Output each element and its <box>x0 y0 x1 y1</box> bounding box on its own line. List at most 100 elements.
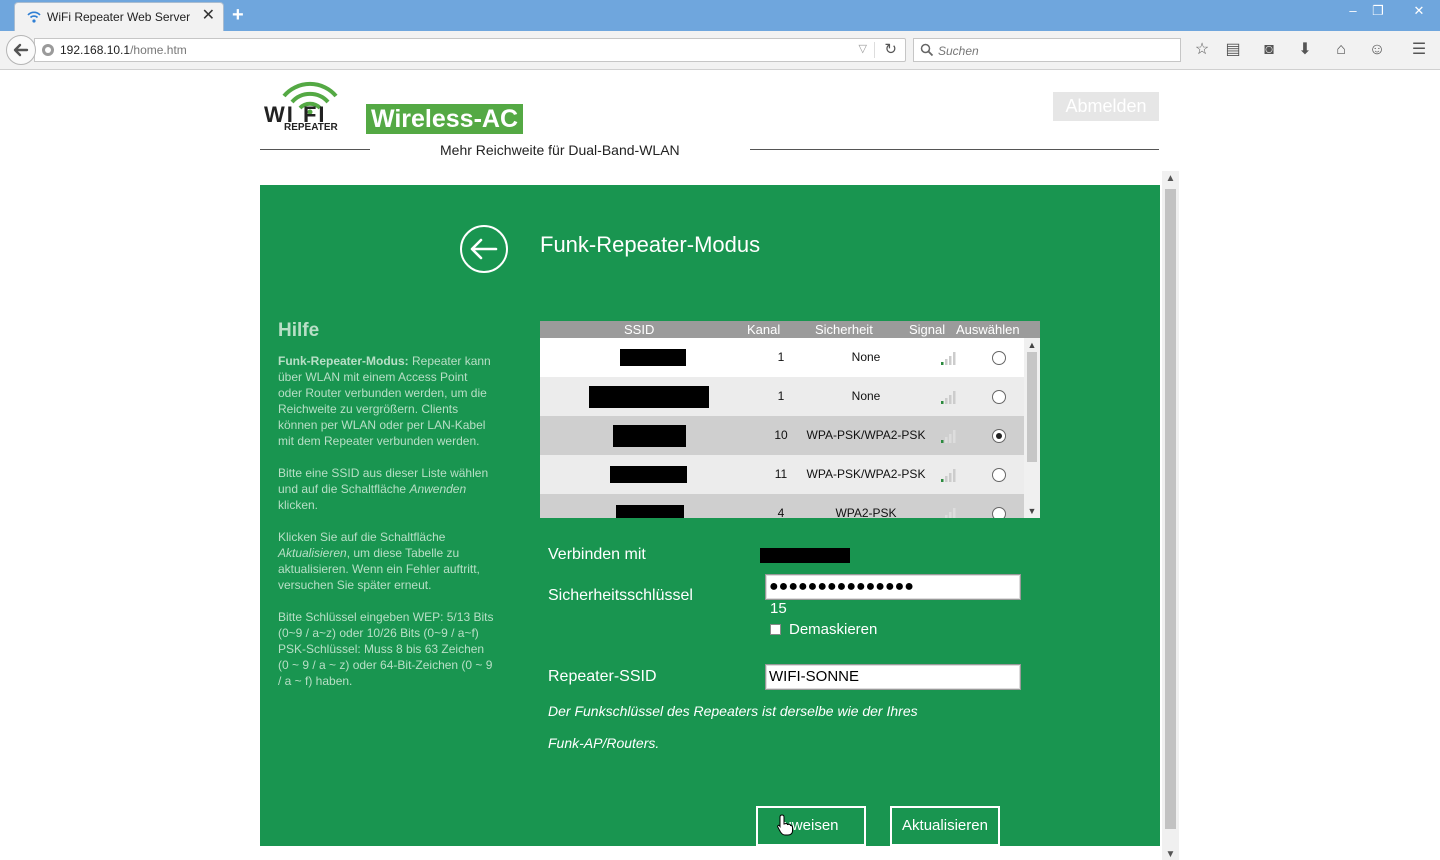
help-section: Hilfe Funk-Repeater-Modus: Repeater kann… <box>278 320 494 705</box>
select-radio-selected[interactable] <box>992 429 1006 443</box>
url-dropdown-icon[interactable]: ▽ <box>859 42 867 55</box>
arrow-left-icon <box>13 43 29 57</box>
bookmark-star-icon[interactable]: ☆ <box>1192 40 1212 60</box>
connect-label: Verbinden mit <box>548 546 646 563</box>
menu-icon[interactable]: ☰ <box>1409 40 1429 60</box>
url-text: 192.168.10.1/home.htm <box>60 43 187 57</box>
row-security: WPA-PSK/WPA2-PSK <box>806 428 926 442</box>
help-heading: Hilfe <box>278 320 320 341</box>
help-emphasis: Aktualisieren <box>278 546 347 560</box>
row-security: None <box>851 350 881 364</box>
select-radio[interactable] <box>992 390 1006 404</box>
download-icon[interactable]: ⬇ <box>1295 40 1315 60</box>
ssid-redacted <box>616 505 684 518</box>
repeater-ssid-label: Repeater-SSID <box>548 668 657 685</box>
help-emphasis: Anwenden <box>409 482 467 496</box>
url-path: /home.htm <box>130 43 187 57</box>
page-scrollbar[interactable]: ▲ ▼ <box>1162 171 1179 860</box>
table-row[interactable]: 1 None <box>540 338 1024 377</box>
refresh-button[interactable]: Aktualisieren <box>890 806 1000 846</box>
help-bold: Funk-Repeater-Modus: <box>278 354 409 368</box>
column-signal: Signal <box>909 322 946 337</box>
repeater-ssid-field[interactable]: WIFI-SONNE <box>765 664 1021 690</box>
browser-titlebar: WiFi Repeater Web Server ✕ + – ❐ ✕ <box>0 0 1440 31</box>
help-paragraph: PSK-Schlüssel: Muss 8 bis 63 Zeichen (0 … <box>278 641 494 689</box>
apply-button[interactable]: uweisen <box>756 806 866 846</box>
table-scrollbar[interactable]: ▲ ▼ <box>1024 338 1040 518</box>
new-tab-button[interactable]: + <box>232 4 244 27</box>
table-row[interactable]: 11 WPA-PSK/WPA2-PSK <box>540 455 1024 494</box>
search-placeholder: Suchen <box>938 44 979 58</box>
close-window-button[interactable]: ✕ <box>1398 2 1440 22</box>
help-paragraph: Aktualisieren Klicken Sie auf die Schaltf… <box>278 529 494 593</box>
signal-icon <box>941 430 956 443</box>
help-paragraph: Funk-Repeater-Modus: Repeater kann über … <box>278 353 494 449</box>
hand-cursor-icon <box>777 814 793 836</box>
url-separator <box>874 42 875 58</box>
table-header: SSID Kanal Sicherheit Signal Auswählen <box>540 321 1040 338</box>
pocket-icon[interactable]: ◙ <box>1259 40 1279 60</box>
ssid-redacted <box>620 349 686 366</box>
signal-icon <box>941 391 956 404</box>
tagline: Mehr Reichweite für Dual-Band-WLAN <box>440 142 680 158</box>
help-text: Klicken Sie auf die Schaltfläche <box>278 530 446 544</box>
column-kanal: Kanal <box>747 322 781 337</box>
scroll-thumb[interactable] <box>1027 352 1037 462</box>
divider <box>750 149 1159 150</box>
brand-badge: Wireless-AC <box>366 104 523 134</box>
ssid-redacted <box>589 386 709 408</box>
close-tab-icon[interactable]: ✕ <box>202 8 215 24</box>
row-security: None <box>851 389 881 403</box>
scroll-thumb[interactable] <box>1165 189 1176 829</box>
restore-button[interactable]: ❐ <box>1363 2 1393 22</box>
browser-tab[interactable]: WiFi Repeater Web Server ✕ <box>14 2 224 31</box>
url-bar[interactable]: 192.168.10.1/home.htm ▽ ↻ <box>34 38 906 62</box>
divider <box>260 149 370 150</box>
scroll-down-icon[interactable]: ▼ <box>1162 849 1179 860</box>
help-text: Repeater kann über WLAN mit einem Access… <box>278 354 491 448</box>
search-icon <box>920 43 934 57</box>
wifi-icon <box>27 11 41 23</box>
back-button[interactable] <box>6 35 36 65</box>
help-paragraph: Bitte eine SSID aus dieser Liste wählen … <box>278 465 494 513</box>
table-row[interactable]: 1 None <box>540 377 1024 416</box>
reading-list-icon[interactable]: ▤ <box>1223 40 1243 60</box>
ssid-redacted <box>610 466 687 483</box>
help-text: Bitte Schlüssel eingeben WEP: 5/13 Bits … <box>278 610 494 640</box>
back-circle-button[interactable] <box>460 225 508 273</box>
select-radio[interactable] <box>992 351 1006 365</box>
security-key-label: Sicherheitsschlüssel <box>548 587 693 604</box>
page-title: Funk-Repeater-Modus <box>540 232 761 257</box>
help-text: klicken. <box>278 498 319 512</box>
ssid-table: SSID Kanal Sicherheit Signal Auswählen 1… <box>540 321 1040 518</box>
signal-icon <box>941 469 956 482</box>
repeater-note: Funk-AP/Routers. <box>548 735 660 751</box>
home-icon[interactable]: ⌂ <box>1331 40 1351 60</box>
browser-navbar: 192.168.10.1/home.htm ▽ ↻ Suchen ☆ ▤ ◙ ⬇… <box>0 31 1440 70</box>
logout-button[interactable]: Abmelden <box>1053 92 1159 121</box>
select-radio[interactable] <box>992 468 1006 482</box>
connected-ssid-redacted <box>760 548 850 563</box>
chat-icon[interactable]: ☺ <box>1367 40 1387 60</box>
column-sicherheit: Sicherheit <box>815 322 873 337</box>
globe-icon <box>42 44 54 56</box>
scroll-up-icon[interactable]: ▲ <box>1024 340 1040 350</box>
url-host: 192.168.10.1 <box>60 43 131 57</box>
arrow-left-icon <box>470 238 498 260</box>
logo-subtext: REPEATER <box>284 122 338 133</box>
column-auswaehlen: Auswählen <box>956 322 1020 337</box>
tab-title: WiFi Repeater Web Server <box>47 10 191 24</box>
search-bar[interactable]: Suchen <box>913 38 1181 62</box>
repeater-note: Der Funkschlüssel des Repeaters ist ders… <box>548 703 918 719</box>
unmask-checkbox[interactable] <box>770 624 781 635</box>
table-row[interactable]: 4 WPA2-PSK <box>540 494 1024 518</box>
table-row[interactable]: 10 WPA-PSK/WPA2-PSK <box>540 416 1024 455</box>
security-key-field[interactable]: ●●●●●●●●●●●●●●● <box>765 574 1021 600</box>
select-radio[interactable] <box>992 507 1006 518</box>
column-ssid: SSID <box>624 322 655 337</box>
scroll-up-icon[interactable]: ▲ <box>1162 173 1179 184</box>
scroll-down-icon[interactable]: ▼ <box>1024 506 1040 516</box>
reload-icon[interactable]: ↻ <box>884 40 897 58</box>
row-security: WPA-PSK/WPA2-PSK <box>806 467 926 481</box>
unmask-label: Demaskieren <box>789 621 878 638</box>
